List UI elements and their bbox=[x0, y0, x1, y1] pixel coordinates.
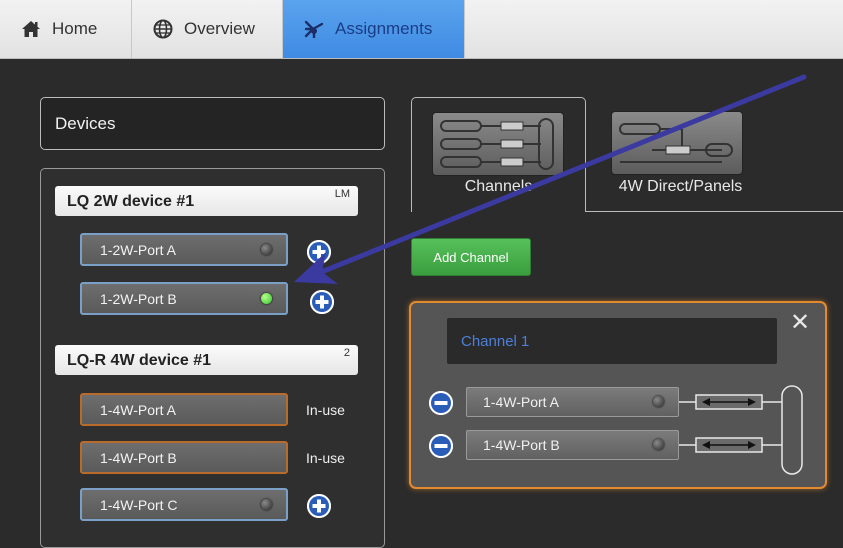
remove-port-button[interactable] bbox=[429, 434, 453, 458]
add-channel-button[interactable]: Add Channel bbox=[411, 238, 531, 276]
port-label: 1-4W-Port C bbox=[100, 496, 178, 513]
assignments-icon bbox=[303, 18, 325, 40]
minus-icon bbox=[429, 434, 453, 458]
tab-channels-label: Channels bbox=[464, 178, 533, 195]
port-label: 1-4W-Port B bbox=[100, 449, 177, 466]
device-name: LQ-R 4W device #1 bbox=[67, 352, 212, 369]
globe-icon bbox=[152, 18, 174, 40]
device-header-lq-2w[interactable]: LQ 2W device #1 LM bbox=[55, 186, 358, 216]
channel-port-b[interactable]: 1-4W-Port B bbox=[466, 430, 679, 460]
nav-tab-label: Overview bbox=[184, 19, 255, 38]
port-1-4w-a[interactable]: 1-4W-Port A bbox=[80, 393, 288, 426]
tab-4w-direct-panels[interactable]: 4W Direct/Panels bbox=[603, 106, 758, 206]
plus-icon bbox=[307, 494, 331, 518]
devices-title: Devices bbox=[55, 113, 116, 133]
tab-4w-direct-panels-label: 4W Direct/Panels bbox=[618, 178, 743, 195]
status-led-off bbox=[653, 396, 664, 407]
nav-tab-home[interactable]: Home bbox=[0, 0, 132, 58]
plus-icon bbox=[310, 290, 334, 314]
tab-underline bbox=[586, 211, 843, 212]
nav-tab-overview[interactable]: Overview bbox=[132, 0, 283, 58]
nav-tab-assignments[interactable]: Assignments bbox=[283, 0, 465, 58]
direct-panels-thumbnail-icon bbox=[611, 111, 743, 175]
plus-icon bbox=[307, 240, 331, 264]
channel-port-a[interactable]: 1-4W-Port A bbox=[466, 387, 679, 417]
home-icon bbox=[20, 18, 42, 40]
add-port-button[interactable] bbox=[307, 494, 331, 518]
device-name: LQ 2W device #1 bbox=[67, 193, 195, 210]
nav-tab-label: Home bbox=[52, 19, 98, 38]
device-badge: LM bbox=[334, 188, 350, 200]
channels-thumbnail-icon bbox=[432, 112, 564, 176]
status-led-off bbox=[261, 244, 272, 255]
status-led-off bbox=[653, 439, 664, 450]
in-use-label: In-use bbox=[306, 450, 345, 466]
device-header-lq-r-4w[interactable]: LQ-R 4W device #1 2 bbox=[55, 345, 358, 375]
remove-port-button[interactable] bbox=[429, 391, 453, 415]
channel-name: Channel 1 bbox=[461, 332, 530, 350]
port-1-4w-c[interactable]: 1-4W-Port C bbox=[80, 488, 288, 521]
device-badge: 2 bbox=[343, 347, 350, 359]
port-1-2w-b[interactable]: 1-2W-Port B bbox=[80, 282, 288, 315]
tab-channels[interactable]: Channels bbox=[411, 97, 586, 212]
channel-name-field[interactable]: Channel 1 bbox=[447, 318, 777, 364]
close-icon[interactable]: ✕ bbox=[790, 311, 810, 335]
devices-header: Devices bbox=[40, 97, 385, 150]
add-port-button[interactable] bbox=[307, 240, 331, 264]
status-led-off bbox=[261, 499, 272, 510]
port-label: 1-4W-Port A bbox=[100, 401, 176, 418]
status-led-green bbox=[261, 293, 272, 304]
port-1-2w-a[interactable]: 1-2W-Port A bbox=[80, 233, 288, 266]
nav-tab-label: Assignments bbox=[335, 19, 433, 38]
add-port-button[interactable] bbox=[310, 290, 334, 314]
port-label: 1-4W-Port B bbox=[483, 437, 560, 453]
port-label: 1-2W-Port B bbox=[100, 290, 177, 307]
in-use-label: In-use bbox=[306, 402, 345, 418]
minus-icon bbox=[429, 391, 453, 415]
top-nav: Home Overview Assignments bbox=[0, 0, 843, 59]
port-label: 1-4W-Port A bbox=[483, 394, 559, 410]
add-channel-label: Add Channel bbox=[433, 249, 509, 265]
port-1-4w-b[interactable]: 1-4W-Port B bbox=[80, 441, 288, 474]
port-label: 1-2W-Port A bbox=[100, 241, 176, 258]
